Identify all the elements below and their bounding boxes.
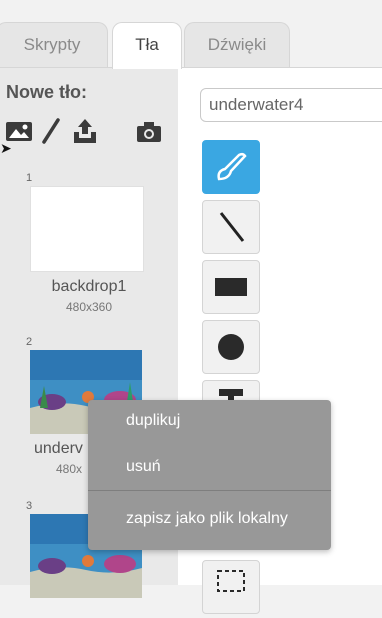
backdrop-number: 3 [26,500,33,512]
pointer-arrow-icon: ➤ [0,140,12,156]
tab-scripts[interactable]: Skrypty [0,22,108,68]
ellipse-icon [218,334,244,360]
brush-icon [217,152,247,181]
new-backdrop-label: Nowe tło: [6,82,87,102]
tab-bar: Skrypty Tła Dźwięki [0,0,382,69]
backdrop-name: backdrop1 [51,278,127,295]
rectangle-tool-button[interactable] [202,260,260,314]
camera-icon[interactable] [134,116,164,146]
paint-brush-icon[interactable] [36,116,66,146]
menu-divider [88,490,331,491]
rectangle-icon [215,278,247,296]
menu-item-save-local[interactable]: zapisz jako plik lokalny [126,510,288,528]
backdrop-size: 480x360 [65,300,113,314]
tab-backdrops[interactable]: Tła [112,22,182,69]
ellipse-tool-button[interactable] [202,320,260,374]
backdrop-context-menu: duplikuj usuń zapisz jako plik lokalny [88,400,331,550]
backdrop-number: 2 [26,336,33,348]
menu-item-delete[interactable]: usuń [126,458,161,476]
select-icon [217,570,245,592]
backdrop-thumbnail[interactable] [30,186,144,272]
backdrop-number: 1 [26,172,33,184]
brush-tool-button[interactable] [202,140,260,194]
tab-sounds[interactable]: Dźwięki [184,22,290,68]
backdrop-name-input[interactable] [200,88,382,122]
select-tool-button[interactable] [202,560,260,614]
line-tool-button[interactable] [202,200,260,254]
upload-icon[interactable] [70,116,100,146]
line-icon [219,212,245,242]
menu-item-duplicate[interactable]: duplikuj [126,412,180,430]
